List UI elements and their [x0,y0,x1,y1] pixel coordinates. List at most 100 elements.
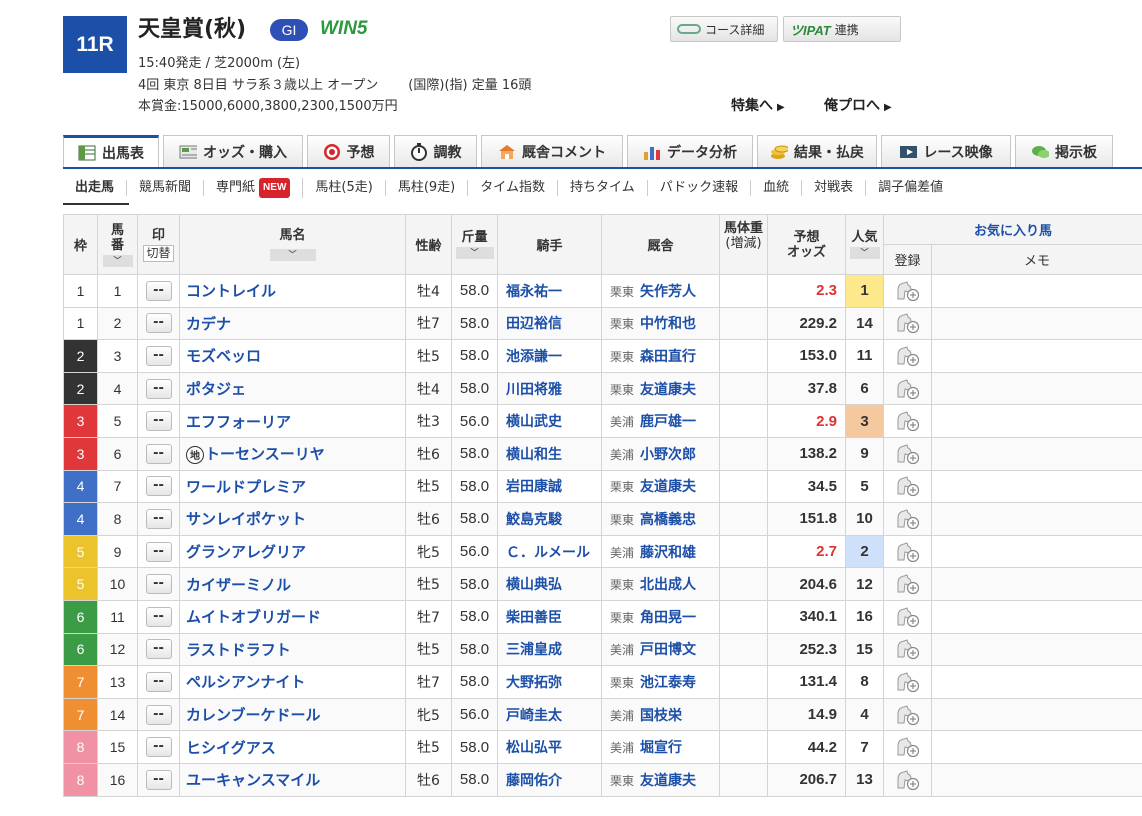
tab-bbs[interactable]: 掲示板 [1015,135,1113,167]
subnav-mochi-time[interactable]: 持ちタイム [558,180,648,196]
horse-name[interactable]: ワールドプレミア [179,469,406,504]
tab-result[interactable]: 結果・払戻 [757,135,877,167]
add-favorite-icon[interactable] [895,444,921,464]
subnav-keiba-shinbun[interactable]: 競馬新聞 [127,180,205,196]
add-favorite-icon[interactable] [895,574,921,595]
subnav-time-index[interactable]: タイム指数 [468,180,558,196]
mark-select[interactable]: -- [145,313,172,334]
trainer-link[interactable]: 小野次郎 [640,447,696,463]
subnav-umabashira-5[interactable]: 馬柱(5走) [303,180,386,196]
tab-shutuba[interactable]: 出馬表 [63,135,159,167]
tokushu-link[interactable]: 特集へ ▶ [731,95,785,115]
ipat-link-button[interactable]: ツIPAT 連携 [783,16,901,42]
mark-select[interactable]: -- [145,704,172,725]
horse-name[interactable]: カレンブーケドール [179,697,406,732]
mark-select[interactable]: -- [145,574,172,595]
add-favorite-icon[interactable] [895,672,921,693]
win5-logo[interactable]: WIN5 [320,18,368,40]
mark-select[interactable]: -- [145,606,172,627]
horse-name[interactable]: エフフォーリア [179,404,406,438]
trainer-link[interactable]: 中竹和也 [640,316,696,332]
trainer-link[interactable]: 角田晃一 [640,610,696,626]
horse-name[interactable]: モズベッロ [179,339,406,373]
jockey-link[interactable]: 大野拓弥 [497,665,602,699]
horse-name[interactable]: ユーキャンスマイル [179,762,406,797]
horse-name[interactable]: ラストドラフト [179,632,406,667]
horse-name[interactable]: 地トーセンスーリヤ [179,436,406,471]
course-detail-button[interactable]: コース詳細 [670,16,778,42]
memo-cell[interactable] [930,599,1142,634]
tab-odds[interactable]: オッズ・購入 [163,135,303,167]
add-favorite-icon[interactable] [895,281,921,301]
jockey-link[interactable]: 柴田善臣 [497,599,602,634]
trainer-link[interactable]: 戸田博文 [640,642,696,658]
trainer-link[interactable]: 森田直行 [640,349,696,365]
jockey-link[interactable]: 横山和生 [497,436,602,471]
memo-cell[interactable] [930,339,1142,373]
add-favorite-icon[interactable] [895,346,921,367]
memo-cell[interactable] [930,632,1142,667]
mark-select[interactable]: -- [145,671,172,692]
mark-select[interactable]: -- [145,345,172,366]
jockey-link[interactable]: 岩田康誠 [497,469,602,504]
mark-select[interactable]: -- [145,476,172,497]
orepro-link[interactable]: 俺プロへ ▶ [824,95,892,115]
add-favorite-icon[interactable] [895,411,921,432]
memo-cell[interactable] [930,502,1142,536]
jockey-link[interactable]: 横山典弘 [497,567,602,601]
subnav-shussouba[interactable]: 出走馬 [63,180,128,196]
memo-cell[interactable] [930,534,1142,569]
mark-select[interactable]: -- [145,280,172,301]
horse-name[interactable]: サンレイポケット [179,502,406,536]
jockey-link[interactable]: 横山武史 [497,404,602,438]
subnav-pedigree[interactable]: 血統 [751,180,803,196]
horse-name[interactable]: カデナ [179,306,406,341]
trainer-link[interactable]: 高橋義忠 [640,512,696,528]
memo-cell[interactable] [930,274,1142,308]
memo-cell[interactable] [930,306,1142,341]
trainer-link[interactable]: 池江泰寿 [640,675,696,691]
subnav-taisen[interactable]: 対戦表 [802,180,867,196]
memo-cell[interactable] [930,665,1142,699]
mark-select[interactable]: -- [145,639,172,660]
col-weight[interactable]: 斤量 ﹀ [451,214,498,275]
col-name[interactable]: 馬名 ﹀ [179,214,406,275]
trainer-link[interactable]: 藤沢和雄 [640,545,696,561]
jockey-link[interactable]: 三浦皇成 [497,632,602,667]
memo-cell[interactable] [930,762,1142,797]
add-favorite-icon[interactable] [895,770,921,790]
add-favorite-icon[interactable] [895,378,921,399]
mark-select[interactable]: -- [145,541,172,562]
subnav-condition[interactable]: 調子偏差値 [866,180,955,196]
col-pop[interactable]: 人気 ﹀ [845,214,884,275]
horse-name[interactable]: コントレイル [179,274,406,308]
add-favorite-icon[interactable] [895,541,921,562]
jockey-link[interactable]: 鮫島克駿 [497,502,602,536]
jockey-link[interactable]: 松山弘平 [497,730,602,764]
jockey-link[interactable]: 川田将雅 [497,371,602,406]
horse-name[interactable]: ポタジェ [179,371,406,406]
trainer-link[interactable]: 鹿戸雄一 [640,414,696,430]
add-favorite-icon[interactable] [895,704,921,725]
subnav-paddock[interactable]: パドック速報 [648,180,752,196]
jockey-link[interactable]: Ｃ．ルメール [497,534,602,569]
horse-name[interactable]: ペルシアンナイト [179,665,406,699]
mark-select[interactable]: -- [145,443,172,464]
mark-select[interactable]: -- [145,411,172,432]
horse-name[interactable]: グランアレグリア [179,534,406,569]
memo-cell[interactable] [930,404,1142,438]
subnav-umabashira-9[interactable]: 馬柱(9走) [386,180,469,196]
jockey-link[interactable]: 福永祐一 [497,274,602,308]
mark-select[interactable]: -- [145,508,172,529]
memo-cell[interactable] [930,436,1142,471]
mark-select[interactable]: -- [145,737,172,758]
jockey-link[interactable]: 田辺裕信 [497,306,602,341]
horse-name[interactable]: カイザーミノル [179,567,406,601]
trainer-link[interactable]: 北出成人 [640,577,696,593]
col-umaban[interactable]: 馬番 ﹀ [97,214,138,275]
add-favorite-icon[interactable] [895,737,921,758]
memo-cell[interactable] [930,730,1142,764]
mark-select[interactable]: -- [145,769,172,790]
trainer-link[interactable]: 国枝栄 [640,708,682,724]
trainer-link[interactable]: 矢作芳人 [640,284,696,300]
